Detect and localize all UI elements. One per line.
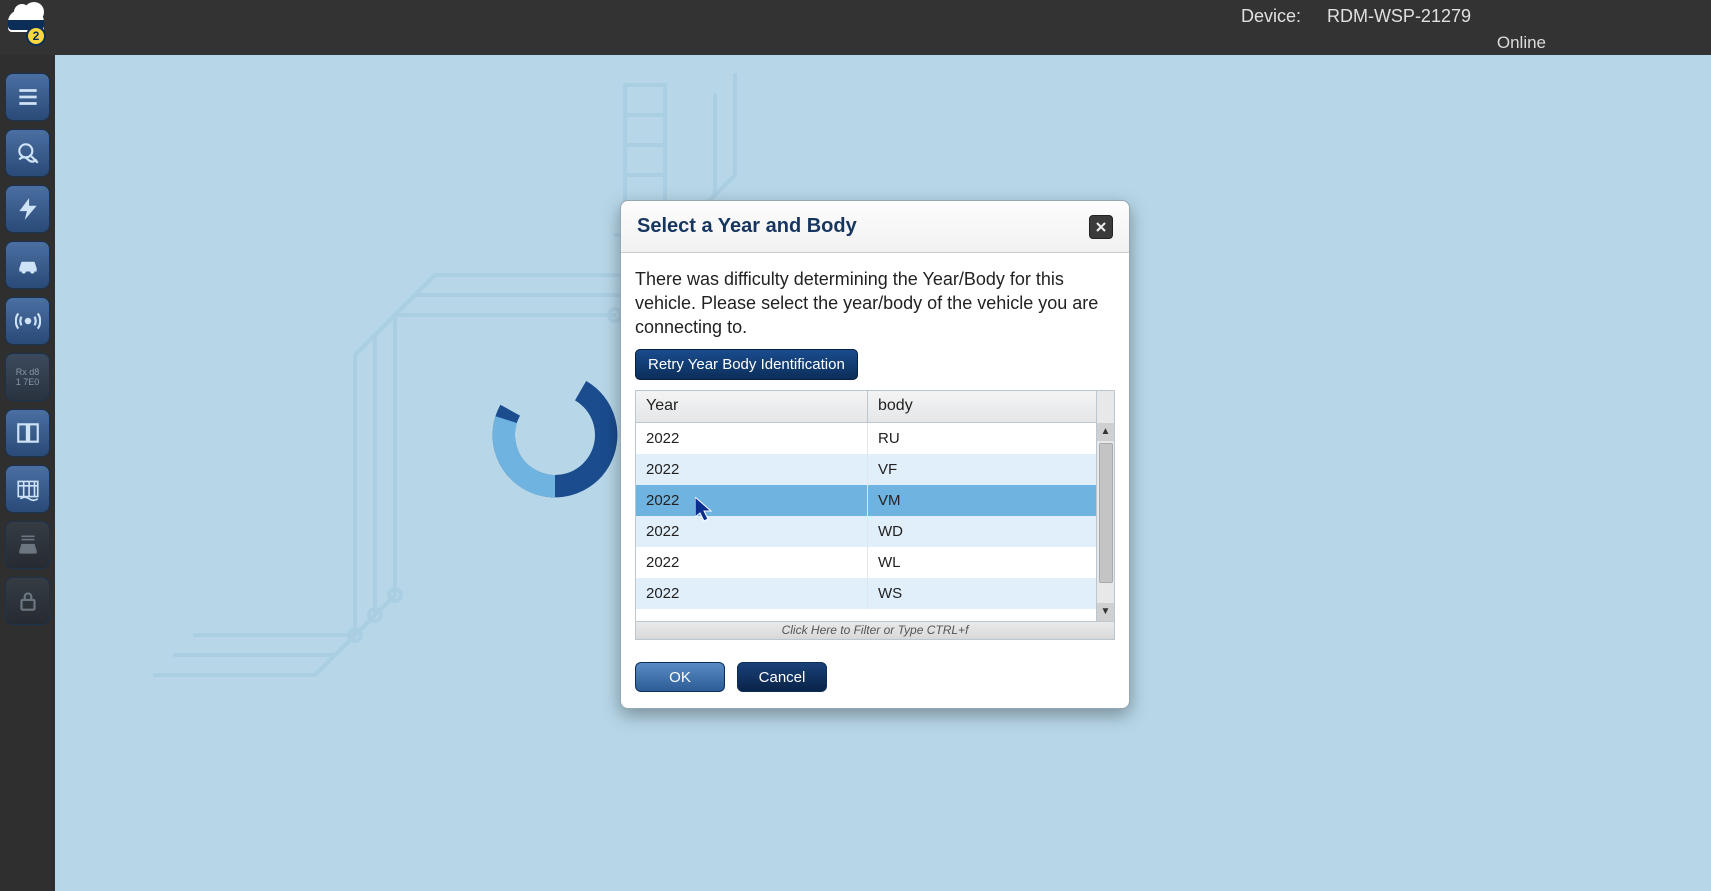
sidebar: Rx d8 1 7E0 (0, 55, 55, 891)
dialog-message: There was difficulty determining the Yea… (635, 267, 1115, 339)
dialog-footer: OK Cancel (621, 650, 1129, 708)
device-value: RDM-WSP-21279 (1327, 6, 1471, 27)
dialog-body: There was difficulty determining the Yea… (621, 253, 1129, 650)
table-row[interactable]: 2022WL (636, 547, 1096, 578)
grid-filter-bar[interactable]: Click Here to Filter or Type CTRL+f (635, 622, 1115, 640)
cell-year: 2022 (636, 454, 868, 485)
sidebar-lock-button[interactable] (5, 577, 50, 625)
sidebar-schedule-button[interactable] (5, 465, 50, 513)
diagnose-icon (15, 140, 41, 166)
table-row[interactable]: 2022WD (636, 516, 1096, 547)
scroll-up-button[interactable]: ▲ (1097, 423, 1114, 441)
dialog-title: Select a Year and Body (637, 215, 857, 238)
log-icon (15, 532, 41, 558)
cell-body: VF (868, 454, 1096, 485)
sensor-icon (15, 308, 41, 334)
cell-body: WD (868, 516, 1096, 547)
cell-year: 2022 (636, 578, 868, 609)
brand-ring-logo (475, 355, 635, 515)
scroll-thumb[interactable] (1099, 443, 1113, 583)
data-line1: Rx d8 (16, 367, 40, 377)
data-line2: 1 7E0 (16, 377, 40, 387)
table-row[interactable]: 2022VF (636, 454, 1096, 485)
ok-button[interactable]: OK (635, 662, 725, 692)
menu-icon (15, 84, 41, 110)
cloud-badge: 2 (26, 26, 46, 46)
connection-status: Online (1497, 33, 1546, 53)
grid-scrollbar[interactable]: ▲ ▼ (1096, 391, 1114, 621)
table-row[interactable]: 2022RU (636, 423, 1096, 454)
sidebar-vehicle-button[interactable] (5, 241, 50, 289)
cell-body: WS (868, 578, 1096, 609)
dialog-close-button[interactable] (1089, 215, 1113, 239)
close-icon (1095, 221, 1107, 233)
cell-body: RU (868, 423, 1096, 454)
table-row[interactable]: 2022WS (636, 578, 1096, 609)
grid-header: Year body (636, 391, 1096, 423)
cell-year: 2022 (636, 423, 868, 454)
sidebar-flash-button[interactable] (5, 185, 50, 233)
sidebar-log-button[interactable] (5, 521, 50, 569)
cell-body: WL (868, 547, 1096, 578)
retry-identification-button[interactable]: Retry Year Body Identification (635, 349, 858, 380)
sidebar-layout-button[interactable] (5, 409, 50, 457)
sidebar-data-button[interactable]: Rx d8 1 7E0 (5, 353, 50, 401)
cell-year: 2022 (636, 547, 868, 578)
sidebar-diagnose-button[interactable] (5, 129, 50, 177)
cell-year: 2022 (636, 516, 868, 547)
column-header-body[interactable]: body (868, 391, 1096, 422)
cell-body: VM (868, 485, 1096, 516)
sidebar-sensor-button[interactable] (5, 297, 50, 345)
grid-rows: 2022RU2022VF2022VM2022WD2022WL2022WS (636, 423, 1096, 623)
cloud-logo[interactable]: 2 (4, 4, 50, 44)
layout-icon (15, 420, 41, 446)
cancel-button[interactable]: Cancel (737, 662, 827, 692)
vehicle-icon (15, 252, 41, 278)
dialog-titlebar: Select a Year and Body (621, 201, 1129, 253)
lock-icon (15, 588, 41, 614)
scroll-down-button[interactable]: ▼ (1097, 603, 1114, 621)
year-body-dialog: Select a Year and Body There was difficu… (620, 200, 1130, 709)
flash-icon (15, 196, 41, 222)
sidebar-menu-button[interactable] (5, 73, 50, 121)
year-body-grid: Year body 2022RU2022VF2022VM2022WD2022WL… (635, 390, 1115, 622)
app-header: 2 Device: RDM-WSP-21279 Online (0, 0, 1711, 55)
column-header-year[interactable]: Year (636, 391, 868, 422)
table-row[interactable]: 2022VM (636, 485, 1096, 516)
cell-year: 2022 (636, 485, 868, 516)
device-label: Device: (1241, 6, 1301, 27)
schedule-icon (15, 476, 41, 502)
data-icon: Rx d8 1 7E0 (16, 367, 40, 387)
